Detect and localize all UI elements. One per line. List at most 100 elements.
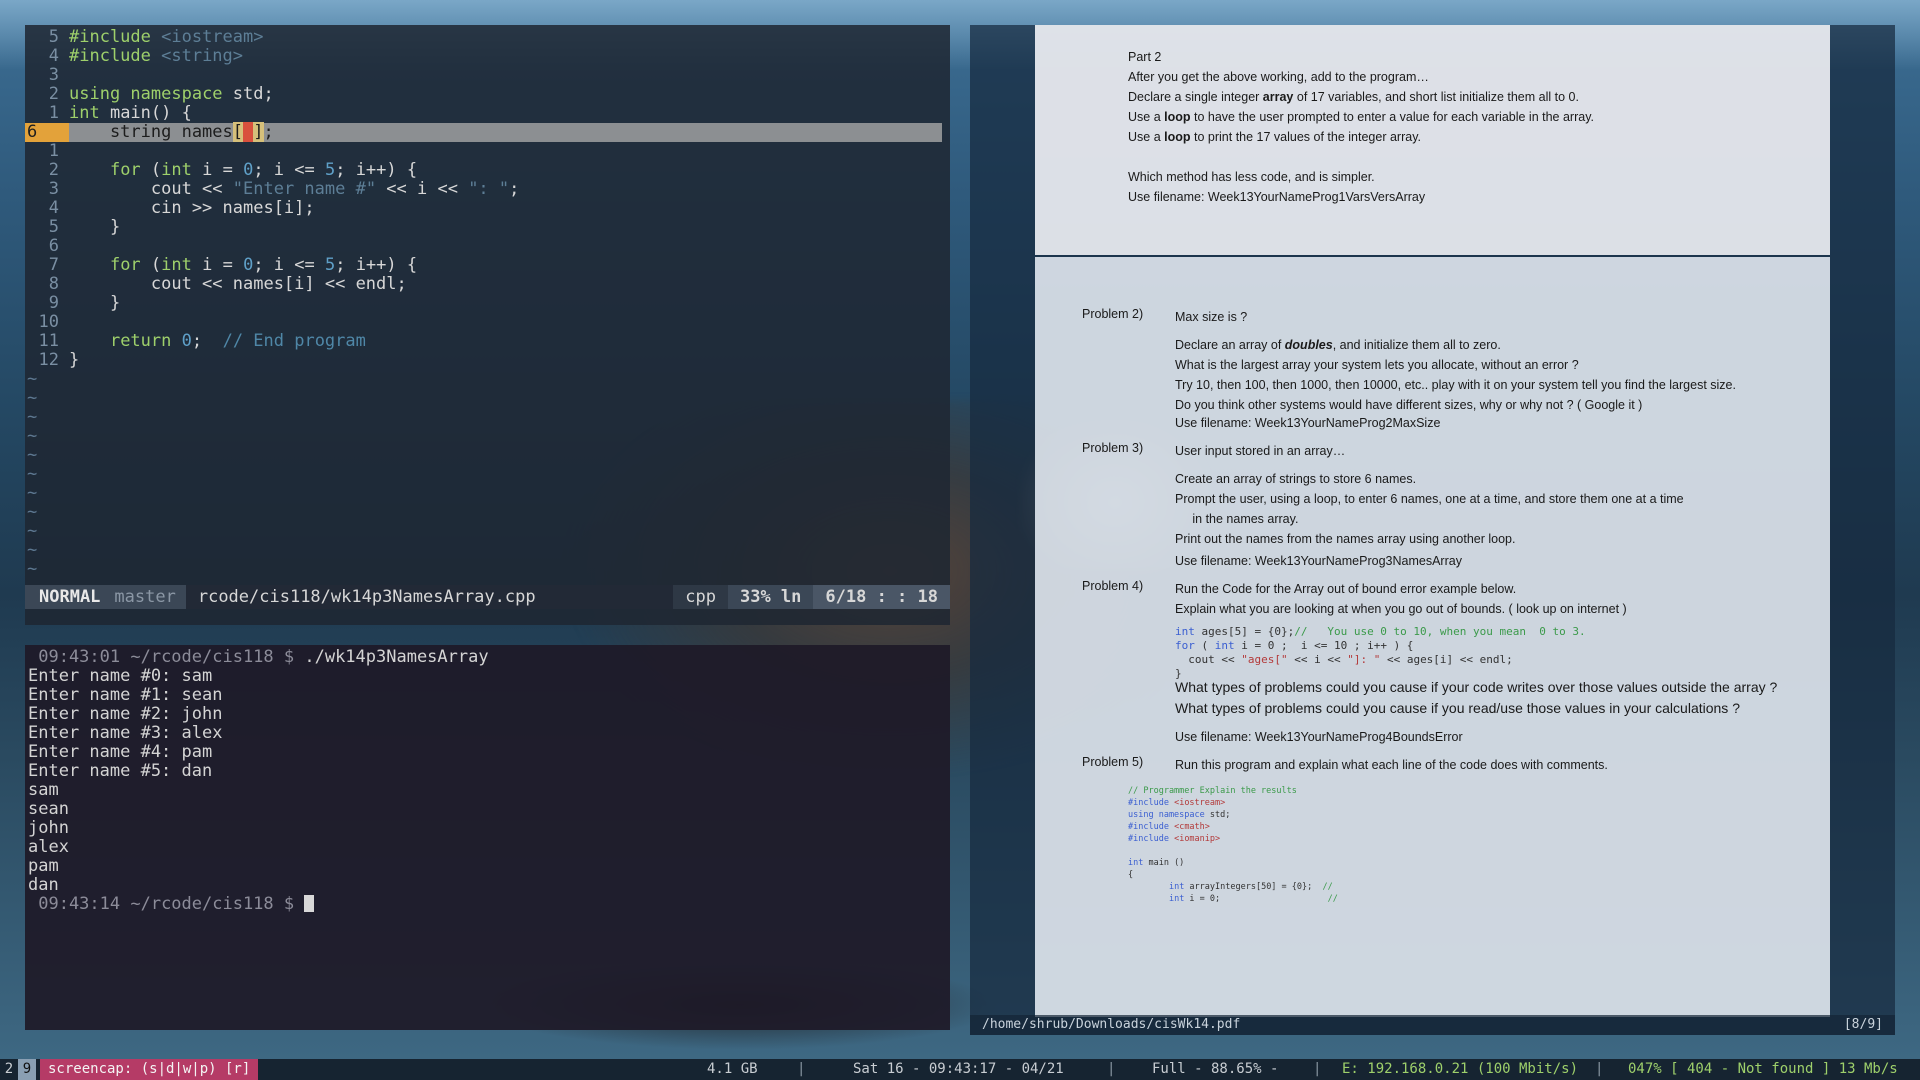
terminal-output-line: sam <box>28 780 59 800</box>
problem-label: Problem 5) <box>1082 755 1144 769</box>
prompt-command <box>294 894 304 914</box>
code-line[interactable]: 5 } <box>25 218 950 237</box>
volume-status: 047% [ 404 - Not found ] 13 Mb/s <box>1628 1061 1898 1077</box>
empty-line-marker: ~ <box>27 445 38 465</box>
line-number: 9 <box>48 293 59 313</box>
empty-line-marker: ~ <box>27 502 38 522</box>
pdf-viewer[interactable]: Part 2 After you get the above working, a… <box>970 25 1895 1035</box>
pdf-page-upper: Part 2 After you get the above working, a… <box>1035 25 1830 255</box>
code-token: ; <box>191 331 223 351</box>
line-number: 3 <box>48 179 59 199</box>
problem-label: Problem 3) <box>1082 441 1144 455</box>
problem-text: Use filename: Week13YourNameProg4BoundsE… <box>1175 730 1463 744</box>
pdf-statusbar: /home/shrub/Downloads/cisWk14.pdf [8/9] <box>970 1015 1895 1035</box>
prompt-time: 09:43:01 <box>28 647 131 667</box>
code-token: ; i <= <box>253 160 325 180</box>
cursor-position: 6/18 : : 18 <box>813 585 950 609</box>
separator: | <box>1313 1061 1322 1077</box>
code-line[interactable]: 8 cout << names[i] << endl; <box>25 275 950 294</box>
terminal-output-line: Enter name #0: sam <box>28 666 213 686</box>
line-number: 5 <box>48 217 59 237</box>
code-line[interactable]: 4 #include <string> <box>25 47 950 66</box>
code-token: int <box>161 160 203 180</box>
pdf-page-indicator: [8/9] <box>1843 1017 1883 1032</box>
code-token: int <box>69 103 110 123</box>
code-line[interactable]: 4 cin >> names[i]; <box>25 199 950 218</box>
code-token: #include <box>69 46 162 66</box>
file-type: cpp <box>673 585 728 609</box>
code-token: cout << names[i] << endl; <box>69 274 407 294</box>
code-token: 0 <box>243 160 254 180</box>
line-number: 3 <box>48 65 59 85</box>
code-token: ; i <= <box>253 255 325 275</box>
terminal-prompt-line: 09:43:14 ~/rcode/cis118 $ <box>25 895 950 914</box>
memory-usage: 4.1 GB <box>707 1061 758 1077</box>
pdf-text-line: Use a loop to print the 17 values of the… <box>1128 130 1421 144</box>
code-token: return <box>109 331 182 351</box>
code-token: << i << <box>376 179 469 199</box>
line-number: 10 <box>38 312 59 332</box>
code-line[interactable]: 10 <box>25 313 950 332</box>
code-line[interactable]: 1 int main() { <box>25 104 950 123</box>
code-line[interactable]: 2 using namespace std; <box>25 85 950 104</box>
code-line[interactable]: 2 for (int i = 0; i <= 5; i++) { <box>25 161 950 180</box>
code-line[interactable]: 7 for (int i = 0; i <= 5; i++) { <box>25 256 950 275</box>
status-bar: 2 9 screencap: (s|d|w|p) [r] 4.1 GB | Sa… <box>0 1059 1920 1080</box>
terminal-cursor[interactable] <box>304 895 315 912</box>
code-line[interactable]: 1 <box>25 142 950 161</box>
terminal-pane[interactable]: 09:43:01 ~/rcode/cis118 $ ./wk14p3NamesA… <box>25 645 950 1030</box>
code-token: ( <box>150 255 162 275</box>
code-line[interactable]: 5 #include <iostream> <box>25 28 950 47</box>
text-cursor <box>243 122 254 142</box>
empty-line-marker: ~ <box>27 483 38 503</box>
empty-line-marker: ~ <box>27 540 38 560</box>
workspace-9[interactable]: 9 <box>18 1059 36 1080</box>
terminal-output-line: Enter name #5: dan <box>28 761 213 781</box>
terminal-output-line: Enter name #3: alex <box>28 723 223 743</box>
code-token: ; i++) { <box>335 255 418 275</box>
empty-line-marker: ~ <box>27 369 38 389</box>
workspace-2[interactable]: 2 <box>0 1059 18 1080</box>
file-path: rcode/cis118/wk14p3NamesArray.cpp <box>197 587 536 607</box>
code-line[interactable]: 12} <box>25 351 950 370</box>
pdf-text-line: Use a loop to have the user prompted to … <box>1128 110 1595 124</box>
problem-label: Problem 2) <box>1082 307 1144 321</box>
problem-question: What types of problems could you cause i… <box>1175 679 1778 716</box>
terminal-output-line: dan <box>28 875 59 895</box>
network-status: E: 192.168.0.21 (100 Mbit/s) <box>1342 1061 1579 1077</box>
code-token: ] <box>253 122 264 142</box>
line-number: 4 <box>48 46 59 66</box>
code-line[interactable]: 11 return 0; // End program <box>25 332 950 351</box>
terminal-output-line: pam <box>28 856 59 876</box>
code-token: 5 <box>324 160 336 180</box>
prompt-path: ~/rcode/cis118 $ <box>130 894 295 914</box>
code-lines[interactable]: 5 #include <iostream> 4 #include <string> 3 2… <box>25 25 950 579</box>
line-number: 2 <box>48 84 59 104</box>
code-line[interactable]: 3 cout << "Enter name #" << i << ": "; <box>25 180 950 199</box>
code-token: int <box>161 255 203 275</box>
empty-line-marker: ~ <box>27 521 38 541</box>
code-line[interactable]: 3 <box>25 66 950 85</box>
vim-editor-pane[interactable]: 5 #include <iostream> 4 #include <string> 3 2… <box>25 25 950 625</box>
code-line[interactable]: 9 } <box>25 294 950 313</box>
terminal-output-line: alex <box>28 837 69 857</box>
screencap-indicator[interactable]: screencap: (s|d|w|p) [r] <box>40 1059 259 1080</box>
line-number: 2 <box>48 160 59 180</box>
code-line-current[interactable]: 6 string names[ ]; <box>25 122 942 142</box>
part2-text: Part 2 After you get the above working, a… <box>1128 47 1594 207</box>
code-example-small: // Programmer Explain the results #inclu… <box>1128 786 1338 904</box>
code-line[interactable]: 6 <box>25 237 950 256</box>
line-number: 7 <box>48 255 59 275</box>
code-token: [ <box>232 122 244 142</box>
code-example: int ages[5] = {0};// You use 0 to 10, wh… <box>1175 625 1586 680</box>
line-number: 12 <box>38 350 59 370</box>
code-token: for <box>109 160 151 180</box>
prompt-time: 09:43:14 <box>28 894 131 914</box>
git-branch: master <box>114 585 186 609</box>
problem-text: Use filename: Week13YourNameProg2MaxSize <box>1175 416 1441 430</box>
code-token: #include <box>69 27 162 47</box>
code-token: "Enter name #" <box>232 179 377 199</box>
code-token: cin >> names[i]; <box>69 198 315 218</box>
